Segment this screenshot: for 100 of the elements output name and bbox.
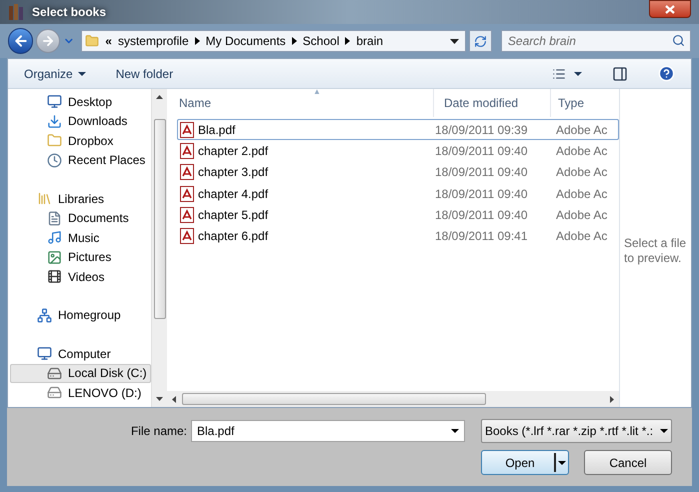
address-bar[interactable]: « systemprofile My Documents School brain: [81, 30, 466, 52]
scroll-thumb[interactable]: [182, 393, 486, 405]
hard-drive-icon: [47, 385, 62, 400]
file-name: chapter 2.pdf: [198, 142, 268, 160]
column-header[interactable]: Type: [551, 89, 619, 117]
close-button[interactable]: [649, 0, 691, 18]
file-type: Adobe Ac: [556, 164, 608, 182]
file-name-field[interactable]: Bla.pdf: [191, 420, 465, 442]
document-icon: [47, 210, 62, 226]
file-type: Adobe Ac: [556, 206, 608, 224]
nav-item[interactable]: Local Disk (C:): [10, 364, 151, 383]
sidebar-scrollbar[interactable]: [151, 89, 167, 407]
chevron-right-icon: [345, 37, 350, 45]
chevron-right-icon: [194, 37, 200, 45]
music-note-icon: [47, 230, 62, 246]
scroll-right-icon[interactable]: [610, 396, 614, 402]
column-header[interactable]: Date modified: [434, 89, 551, 117]
nav-item[interactable]: Downloads: [10, 112, 151, 131]
cancel-button[interactable]: Cancel: [584, 450, 672, 475]
file-row[interactable]: Bla.pdf 18/09/2011 09:39 Adobe Ac: [177, 119, 619, 140]
nav-item[interactable]: Libraries: [10, 189, 151, 208]
books-icon: [8, 4, 26, 20]
file-type: Adobe Ac: [556, 186, 608, 203]
sort-arrow-icon: ▲: [313, 86, 321, 98]
back-button[interactable]: [8, 28, 34, 54]
nav-item[interactable]: Computer: [10, 344, 151, 364]
back-arrow-icon: [12, 33, 29, 49]
file-name: chapter 4.pdf: [198, 186, 268, 203]
pdf-file-icon: [180, 228, 194, 244]
file-row[interactable]: chapter 2.pdf 18/09/2011 09:40 Adobe Ac: [177, 140, 619, 162]
breadcrumb[interactable]: My Documents: [206, 32, 286, 50]
organize-menu[interactable]: Organize: [24, 64, 86, 82]
preview-pane-icon[interactable]: [612, 66, 628, 82]
view-options-icon[interactable]: [552, 66, 566, 80]
nav-item[interactable]: Recent Places: [10, 150, 151, 170]
monitor-icon: [47, 94, 62, 110]
file-name: chapter 3.pdf: [198, 164, 268, 182]
window-title: Select books: [32, 4, 106, 21]
file-row[interactable]: chapter 6.pdf 18/09/2011 09:41 Adobe Ac: [177, 225, 619, 247]
breadcrumb[interactable]: School: [302, 32, 340, 50]
horizontal-scrollbar[interactable]: [167, 391, 619, 407]
nav-item[interactable]: Videos: [10, 267, 151, 286]
nav-item[interactable]: Dropbox: [10, 131, 151, 150]
caret-icon: [78, 72, 86, 76]
file-row[interactable]: chapter 4.pdf 18/09/2011 09:40 Adobe Ac: [177, 182, 619, 204]
refresh-button[interactable]: [468, 30, 492, 52]
file-row[interactable]: chapter 3.pdf 18/09/2011 09:40 Adobe Ac: [177, 162, 619, 183]
scroll-down-icon[interactable]: [156, 397, 163, 401]
pdf-file-icon: [180, 186, 194, 202]
search-icon: [672, 34, 686, 47]
file-row[interactable]: chapter 5.pdf 18/09/2011 09:40 Adobe Ac: [177, 204, 619, 226]
open-button[interactable]: Open: [481, 450, 569, 475]
nav-item[interactable]: LENOVO (D:): [10, 383, 151, 402]
date-modified: 18/09/2011 09:40: [435, 206, 529, 224]
date-modified: 18/09/2011 09:40: [435, 186, 529, 203]
file-name-label: File name:: [130, 423, 187, 440]
nav-item[interactable]: Homegroup: [10, 306, 151, 325]
file-type-dropdown[interactable]: Books (*.lrf *.rar *.zip *.rtf *.lit *.:: [481, 419, 672, 443]
new-folder-button[interactable]: New folder: [116, 64, 174, 82]
nav-item[interactable]: Desktop: [10, 92, 151, 112]
scroll-thumb[interactable]: [154, 119, 166, 319]
caret-icon[interactable]: [574, 72, 582, 76]
pdf-file-icon: [180, 206, 194, 223]
file-name: Bla.pdf: [198, 122, 236, 139]
library-icon: [37, 191, 52, 206]
date-modified: 18/09/2011 09:40: [435, 164, 529, 182]
network-icon: [37, 308, 52, 323]
breadcrumb[interactable]: systemprofile: [118, 32, 189, 50]
date-modified: 18/09/2011 09:39: [435, 122, 529, 139]
film-icon: [47, 269, 62, 284]
monitor-icon: [37, 346, 52, 362]
scroll-left-icon[interactable]: [172, 396, 176, 402]
pdf-file-icon: [180, 164, 194, 180]
nav-item[interactable]: Pictures: [10, 248, 151, 267]
caret-icon: [558, 460, 566, 464]
caret-icon[interactable]: [450, 38, 459, 44]
pdf-file-icon: [180, 122, 194, 138]
caret-icon[interactable]: [451, 429, 459, 433]
search-field[interactable]: Search brain: [500, 30, 692, 52]
folder-icon: [47, 133, 62, 148]
nav-item[interactable]: Music: [10, 228, 151, 248]
chevron-right-icon: [292, 37, 297, 45]
date-modified: 18/09/2011 09:40: [435, 142, 529, 160]
breadcrumb[interactable]: brain: [356, 32, 384, 50]
date-modified: 18/09/2011 09:41: [435, 228, 529, 246]
clock-icon: [47, 152, 62, 168]
download-icon: [47, 114, 62, 129]
picture-icon: [47, 250, 62, 265]
hard-drive-icon: [47, 366, 62, 381]
nav-item[interactable]: Documents: [10, 208, 151, 228]
help-icon[interactable]: [658, 65, 675, 82]
breadcrumb-overflow[interactable]: «: [105, 32, 112, 50]
refresh-icon: [474, 34, 487, 48]
file-type: Adobe Ac: [556, 122, 608, 139]
close-icon: [665, 4, 675, 14]
scroll-up-icon[interactable]: [156, 95, 163, 99]
caret-icon: [660, 429, 668, 433]
file-name: chapter 5.pdf: [198, 206, 268, 224]
preview-message: Select a file to preview.: [624, 236, 687, 266]
folder-icon: [85, 34, 100, 48]
